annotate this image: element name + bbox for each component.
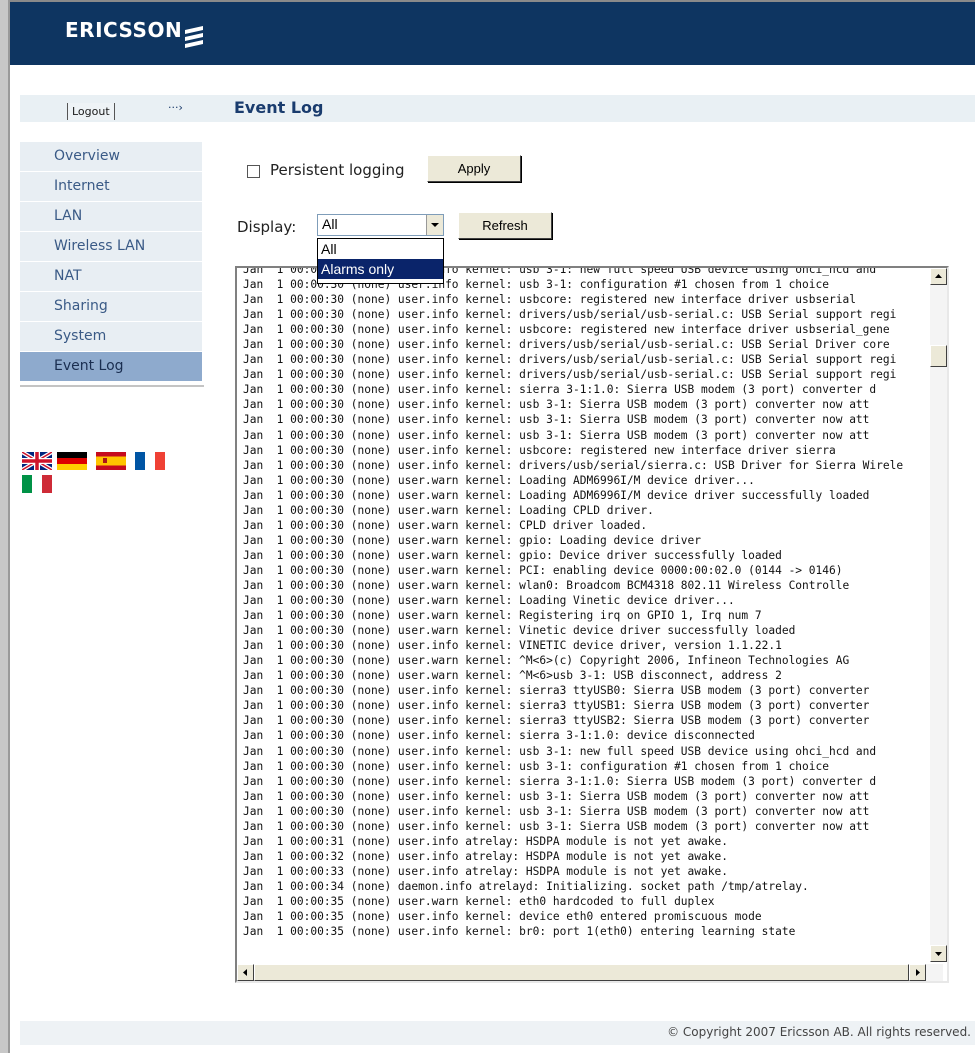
log-line: Jan 1 00:00:30 (none) user.warn kernel: … [243, 669, 782, 683]
log-line: Jan 1 00:00:30 (none) user.warn kernel: … [243, 518, 648, 532]
log-line: Jan 1 00:00:30 (none) user.info kernel: … [243, 639, 782, 653]
scroll-left-button[interactable] [237, 964, 254, 981]
copyright-text: © Copyright 2007 Ericsson AB. All rights… [667, 1025, 971, 1039]
log-line: Jan 1 00:00:30 (none) user.warn kernel: … [243, 563, 843, 577]
logout-button[interactable]: Logout [67, 103, 115, 120]
horizontal-scroll-thumb[interactable] [254, 964, 909, 981]
log-line: Jan 1 00:00:30 (none) user.warn kernel: … [243, 473, 755, 487]
apply-button[interactable]: Apply [427, 155, 521, 182]
scroll-down-button[interactable] [930, 945, 947, 962]
log-line: Jan 1 00:00:30 (none) user.info kernel: … [243, 744, 877, 758]
log-line: Jan 1 00:00:30 (none) user.info kernel: … [243, 443, 836, 457]
log-line: Jan 1 00:00:30 (none) user.info kernel: … [243, 729, 755, 743]
log-line: Jan 1 00:00:30 (none) user.warn kernel: … [243, 609, 762, 623]
chevron-down-icon[interactable] [426, 215, 443, 235]
log-line: Jan 1 00:00:35 (none) user.info kernel: … [243, 925, 796, 939]
ericsson-logo-text: ERICSSON [65, 18, 183, 42]
arrow-right-icon: ···› [168, 101, 183, 114]
log-line: Jan 1 00:00:30 (none) user.info kernel: … [243, 368, 897, 382]
event-log-textarea[interactable]: Jan 1 00:00:30 (none) user.info kernel: … [235, 266, 949, 983]
german-flag-icon[interactable] [57, 452, 87, 470]
event-log-content: Jan 1 00:00:30 (none) user.info kernel: … [243, 268, 928, 962]
horizontal-scrollbar[interactable] [237, 964, 943, 981]
page-title: Event Log [234, 98, 324, 117]
display-option-alarms-only[interactable]: Alarms only [318, 259, 443, 279]
display-option-all[interactable]: All [318, 239, 443, 259]
window-left-edge [8, 0, 10, 1053]
sidebar-item-sharing[interactable]: Sharing [20, 292, 202, 322]
log-line: Jan 1 00:00:30 (none) user.warn kernel: … [243, 594, 735, 608]
log-line: Jan 1 00:00:30 (none) user.info kernel: … [243, 458, 904, 472]
log-line: Jan 1 00:00:30 (none) user.info kernel: … [243, 699, 870, 713]
log-line: Jan 1 00:00:30 (none) user.warn kernel: … [243, 533, 702, 547]
display-label: Display: [237, 218, 297, 236]
title-bar [20, 95, 975, 122]
spanish-flag-icon[interactable] [96, 452, 126, 470]
display-select[interactable]: All [317, 214, 444, 236]
log-line: Jan 1 00:00:30 (none) user.warn kernel: … [243, 578, 850, 592]
ericsson-logo-icon [185, 26, 203, 48]
scroll-up-button[interactable] [930, 268, 947, 285]
display-select-value: All [322, 216, 338, 232]
log-line: Jan 1 00:00:30 (none) user.info kernel: … [243, 428, 870, 442]
log-line: Jan 1 00:00:35 (none) user.info kernel: … [243, 910, 762, 924]
log-line: Jan 1 00:00:32 (none) user.info atrelay:… [243, 849, 728, 863]
log-line: Jan 1 00:00:30 (none) user.info kernel: … [243, 383, 877, 397]
sidebar-item-wireless-lan[interactable]: Wireless LAN [20, 232, 202, 262]
log-line: Jan 1 00:00:30 (none) user.info kernel: … [243, 819, 870, 833]
vertical-scrollbar[interactable] [930, 268, 947, 962]
log-line: Jan 1 00:00:30 (none) user.info kernel: … [243, 398, 870, 412]
sidebar-nav: Overview Internet LAN Wireless LAN NAT S… [20, 142, 202, 382]
vertical-scroll-thumb[interactable] [930, 345, 947, 367]
header-banner: ERICSSON [10, 2, 975, 65]
persistent-logging-checkbox[interactable] [247, 165, 260, 178]
sidebar-item-overview[interactable]: Overview [20, 142, 202, 172]
sidebar-item-lan[interactable]: LAN [20, 202, 202, 232]
log-line: Jan 1 00:00:30 (none) user.info kernel: … [243, 353, 897, 367]
log-line: Jan 1 00:00:31 (none) user.info atrelay:… [243, 834, 728, 848]
log-line: Jan 1 00:00:30 (none) user.info kernel: … [243, 684, 870, 698]
log-line: Jan 1 00:00:33 (none) user.info atrelay:… [243, 864, 728, 878]
persistent-logging-label: Persistent logging [270, 161, 405, 179]
log-line: Jan 1 00:00:30 (none) user.info kernel: … [243, 804, 870, 818]
log-line: Jan 1 00:00:30 (none) user.info kernel: … [243, 759, 829, 773]
log-line: Jan 1 00:00:30 (none) user.warn kernel: … [243, 503, 654, 517]
log-line: Jan 1 00:00:35 (none) user.warn kernel: … [243, 894, 715, 908]
sidebar-item-internet[interactable]: Internet [20, 172, 202, 202]
log-line: Jan 1 00:00:30 (none) user.warn kernel: … [243, 548, 782, 562]
log-line: Jan 1 00:00:30 (none) user.warn kernel: … [243, 654, 850, 668]
log-line: Jan 1 00:00:34 (none) daemon.info atrela… [243, 879, 809, 893]
scroll-right-button[interactable] [909, 964, 926, 981]
sidebar-item-nat[interactable]: NAT [20, 262, 202, 292]
language-flags [22, 452, 182, 497]
log-line: Jan 1 00:00:30 (none) user.info kernel: … [243, 774, 877, 788]
refresh-button[interactable]: Refresh [458, 212, 552, 239]
log-line: Jan 1 00:00:30 (none) user.info kernel: … [243, 338, 890, 352]
log-line: Jan 1 00:00:30 (none) user.info kernel: … [243, 293, 856, 307]
log-line: Jan 1 00:00:30 (none) user.info kernel: … [243, 789, 870, 803]
sidebar-item-event-log[interactable]: Event Log [20, 352, 202, 382]
french-flag-icon[interactable] [135, 452, 165, 470]
log-line: Jan 1 00:00:30 (none) user.warn kernel: … [243, 624, 796, 638]
window-left-border [0, 0, 8, 1053]
log-line: Jan 1 00:00:30 (none) user.info kernel: … [243, 714, 870, 728]
log-line: Jan 1 00:00:30 (none) user.warn kernel: … [243, 488, 870, 502]
log-line: Jan 1 00:00:30 (none) user.info kernel: … [243, 308, 897, 322]
sidebar-item-system[interactable]: System [20, 322, 202, 352]
log-line: Jan 1 00:00:30 (none) user.info kernel: … [243, 413, 870, 427]
uk-flag-icon[interactable] [22, 452, 52, 470]
display-dropdown-list: All Alarms only [317, 238, 444, 284]
sidebar-shadow [20, 385, 204, 387]
italian-flag-icon[interactable] [22, 475, 52, 493]
log-line: Jan 1 00:00:30 (none) user.info kernel: … [243, 323, 890, 337]
